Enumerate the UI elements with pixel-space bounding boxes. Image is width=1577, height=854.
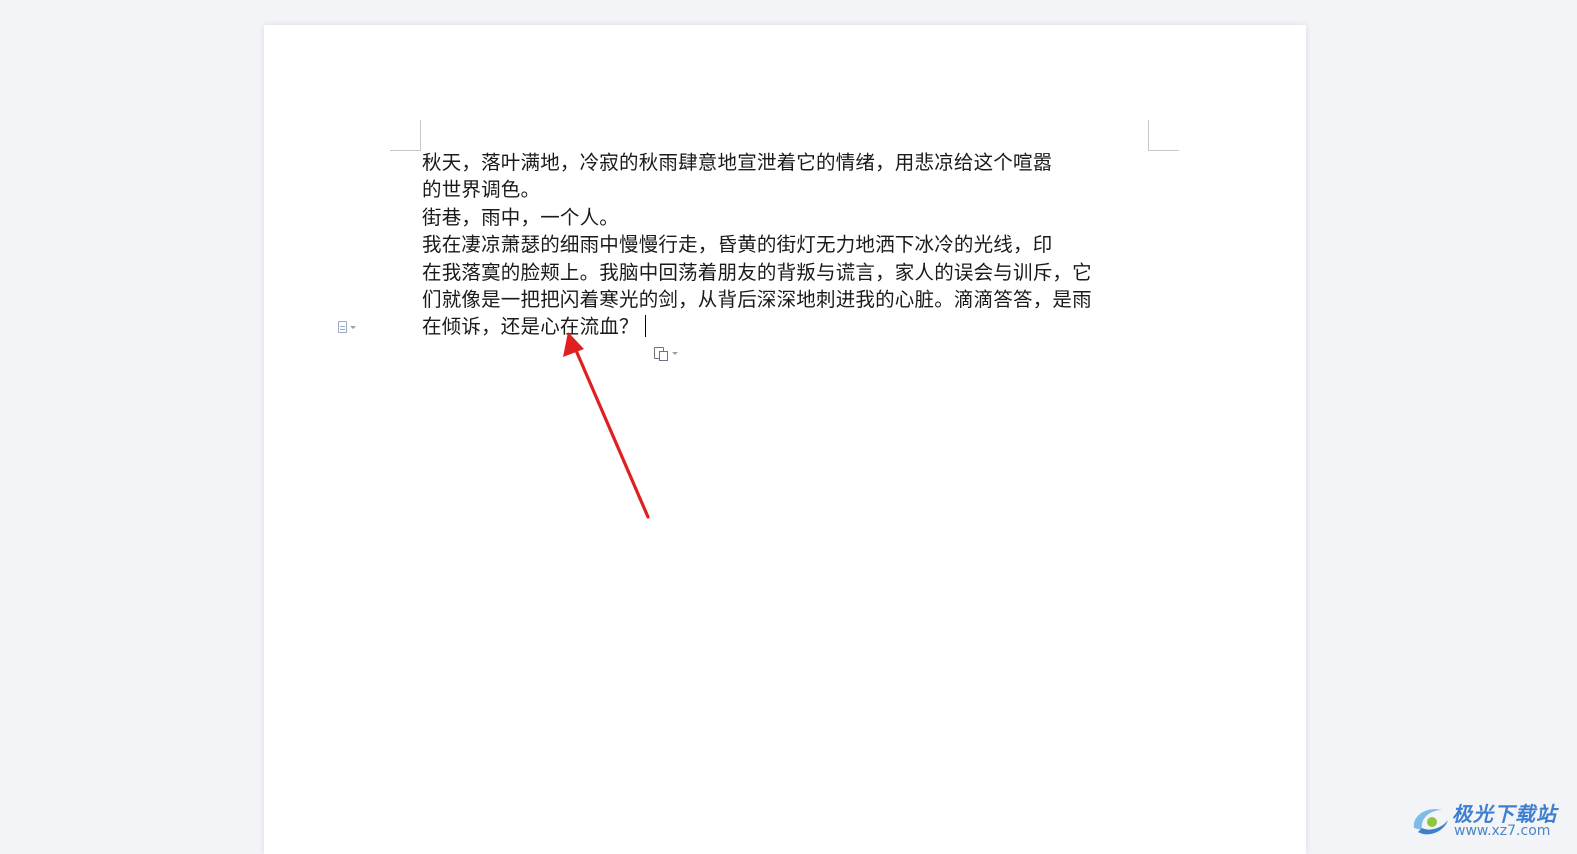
paste-options-icon xyxy=(654,346,668,361)
dropdown-caret-icon xyxy=(350,325,356,329)
text-line-2[interactable]: 的世界调色。 xyxy=(422,176,1142,203)
document-page[interactable]: 秋天，落叶满地，冷寂的秋雨肆意地宣泄着它的情绪，用悲凉给这个喧嚣 的世界调色。 … xyxy=(264,25,1306,854)
top-right-margin-mark xyxy=(1148,120,1179,151)
text-line-7[interactable]: 在倾诉，还是心在流血？ xyxy=(422,315,639,338)
top-left-margin-mark xyxy=(390,120,421,151)
watermark-logo-icon xyxy=(1413,809,1448,835)
text-line-1[interactable]: 秋天，落叶满地，冷寂的秋雨肆意地宣泄着它的情绪，用悲凉给这个喧嚣 xyxy=(422,149,1142,176)
document-body[interactable]: 秋天，落叶满地，冷寂的秋雨肆意地宣泄着它的情绪，用悲凉给这个喧嚣 的世界调色。 … xyxy=(422,149,1142,341)
document-paragraph-icon xyxy=(338,321,347,333)
text-line-5[interactable]: 在我落寞的脸颊上。我脑中回荡着朋友的背叛与谎言，家人的误会与训斥，它 xyxy=(422,259,1142,286)
text-line-6[interactable]: 们就像是一把把闪着寒光的剑，从背后深深地刺进我的心脏。滴滴答答，是雨 xyxy=(422,286,1142,313)
paste-options-button[interactable] xyxy=(654,344,684,362)
text-cursor xyxy=(644,315,647,338)
paste-dropdown-caret-icon xyxy=(672,351,678,355)
site-watermark: 极光下载站 www.xz7.com xyxy=(1408,796,1568,846)
watermark-url: www.xz7.com xyxy=(1454,823,1551,839)
text-line-3[interactable]: 街巷，雨中，一个人。 xyxy=(422,204,1142,231)
text-line-4[interactable]: 我在凄凉萧瑟的细雨中慢慢行走，昏黄的街灯无力地洒下冰冷的光线，印 xyxy=(422,231,1142,258)
text-line-7-wrap[interactable]: 在倾诉，还是心在流血？ xyxy=(422,313,1142,340)
paragraph-handle-button[interactable] xyxy=(338,320,364,334)
